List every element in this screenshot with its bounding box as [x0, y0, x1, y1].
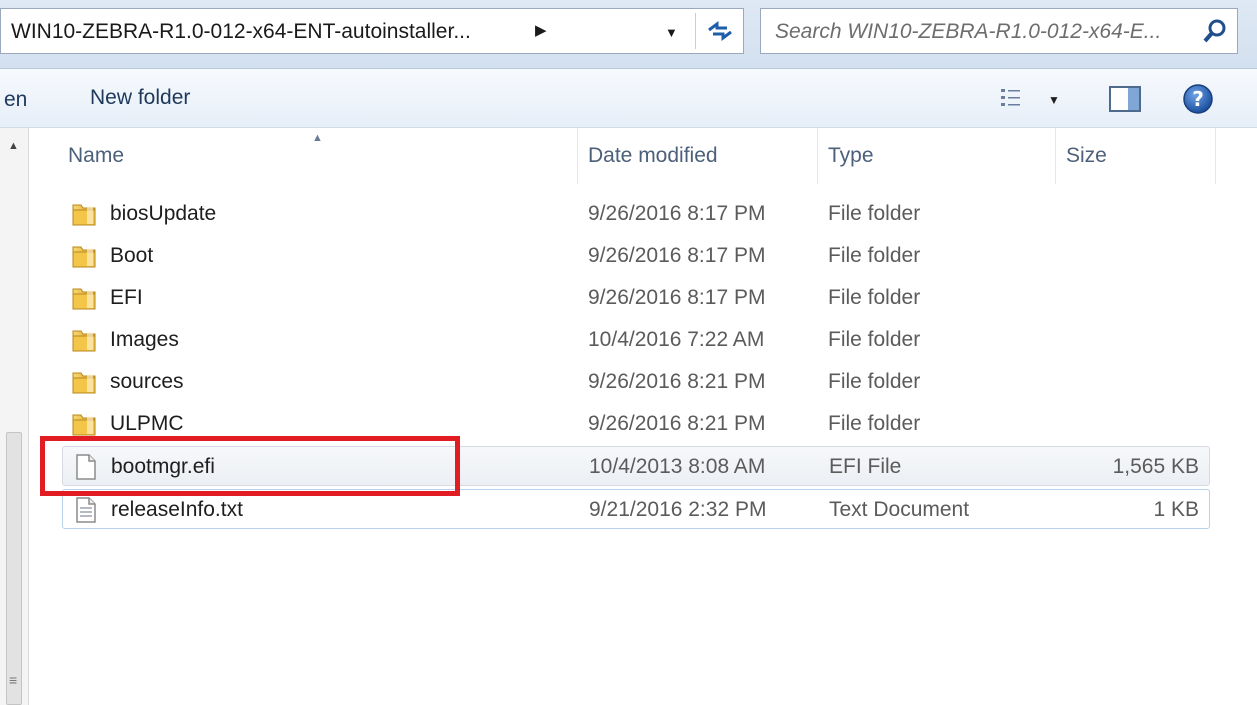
file-name: Images	[110, 328, 179, 351]
file-row[interactable]: Images 10/4/2016 7:22 AM File folder	[62, 320, 1210, 360]
file-date: 10/4/2013 8:08 AM	[589, 455, 766, 478]
view-options-dropdown-icon[interactable]	[1048, 93, 1060, 107]
column-header-size[interactable]: Size	[1056, 128, 1216, 184]
file-date: 9/26/2016 8:17 PM	[588, 244, 766, 267]
file-row[interactable]: sources 9/26/2016 8:21 PM File folder	[62, 362, 1210, 402]
navigation-scrollbar-thumb[interactable]	[6, 432, 22, 705]
file-name: Boot	[110, 244, 154, 267]
address-dropdown-icon[interactable]	[665, 25, 678, 40]
file-name: biosUpdate	[110, 202, 217, 225]
folder-icon	[72, 330, 96, 352]
address-divider	[695, 13, 696, 49]
file-type: EFI File	[829, 455, 902, 478]
file-row[interactable]: Boot 9/26/2016 8:17 PM File folder	[62, 236, 1210, 276]
folder-icon	[72, 246, 96, 268]
folder-icon	[72, 414, 96, 436]
file-date: 9/26/2016 8:21 PM	[588, 412, 766, 435]
folder-icon	[72, 288, 96, 310]
column-header-type[interactable]: Type	[818, 128, 1056, 184]
navigation-pane: ≡	[0, 128, 29, 705]
folder-icon	[72, 204, 96, 226]
file-type: File folder	[828, 370, 921, 393]
file-row[interactable]: biosUpdate 9/26/2016 8:17 PM File folder	[62, 194, 1210, 234]
text-file-icon	[76, 497, 96, 523]
folder-icon	[72, 372, 96, 394]
column-header-name-label: Name	[68, 144, 125, 167]
file-name: ULPMC	[110, 412, 184, 435]
breadcrumb-chevron-icon[interactable]	[535, 21, 547, 39]
column-header-size-label: Size	[1066, 144, 1107, 167]
refresh-button[interactable]	[701, 15, 739, 47]
file-size: 1,565 KB	[1112, 455, 1199, 478]
column-header-date-label: Date modified	[588, 144, 718, 167]
file-row[interactable]: EFI 9/26/2016 8:17 PM File folder	[62, 278, 1210, 318]
file-name: sources	[110, 370, 184, 393]
address-bar[interactable]: WIN10-ZEBRA-R1.0-012-x64-ENT-autoinstall…	[0, 8, 744, 54]
file-size: 1 KB	[1153, 498, 1199, 521]
change-view-icon[interactable]	[1000, 87, 1030, 109]
preview-pane-icon[interactable]	[1108, 85, 1142, 113]
command-bar: en New folder ?	[0, 69, 1257, 128]
column-header-type-label: Type	[828, 144, 874, 167]
file-type: File folder	[828, 412, 921, 435]
search-icon[interactable]	[1201, 17, 1229, 45]
scrollbar-grip-icon: ≡	[9, 672, 18, 688]
scroll-up-arrow-icon[interactable]	[8, 140, 19, 152]
file-type: File folder	[828, 244, 921, 267]
address-path[interactable]: WIN10-ZEBRA-R1.0-012-x64-ENT-autoinstall…	[11, 20, 471, 44]
sort-ascending-icon	[312, 132, 323, 144]
file-name: releaseInfo.txt	[111, 498, 243, 521]
svg-text:?: ?	[1192, 87, 1204, 111]
column-header-date[interactable]: Date modified	[578, 128, 818, 184]
file-date: 9/26/2016 8:21 PM	[588, 370, 766, 393]
highlight-annotation-box	[40, 436, 460, 496]
file-type: File folder	[828, 328, 921, 351]
search-box[interactable]: Search WIN10-ZEBRA-R1.0-012-x64-E...	[760, 8, 1238, 54]
file-date: 10/4/2016 7:22 AM	[588, 328, 765, 351]
file-date: 9/21/2016 2:32 PM	[589, 498, 767, 521]
new-folder-button[interactable]: New folder	[90, 86, 190, 110]
address-bar-area: WIN10-ZEBRA-R1.0-012-x64-ENT-autoinstall…	[0, 0, 1257, 69]
file-type: File folder	[828, 286, 921, 309]
open-button[interactable]: en	[4, 88, 27, 112]
help-icon[interactable]: ?	[1182, 83, 1214, 115]
refresh-icon	[708, 21, 732, 41]
file-type: File folder	[828, 202, 921, 225]
file-date: 9/26/2016 8:17 PM	[588, 286, 766, 309]
file-name: EFI	[110, 286, 143, 309]
file-date: 9/26/2016 8:17 PM	[588, 202, 766, 225]
file-type: Text Document	[829, 498, 970, 521]
search-input[interactable]: Search WIN10-ZEBRA-R1.0-012-x64-E...	[775, 20, 1185, 44]
